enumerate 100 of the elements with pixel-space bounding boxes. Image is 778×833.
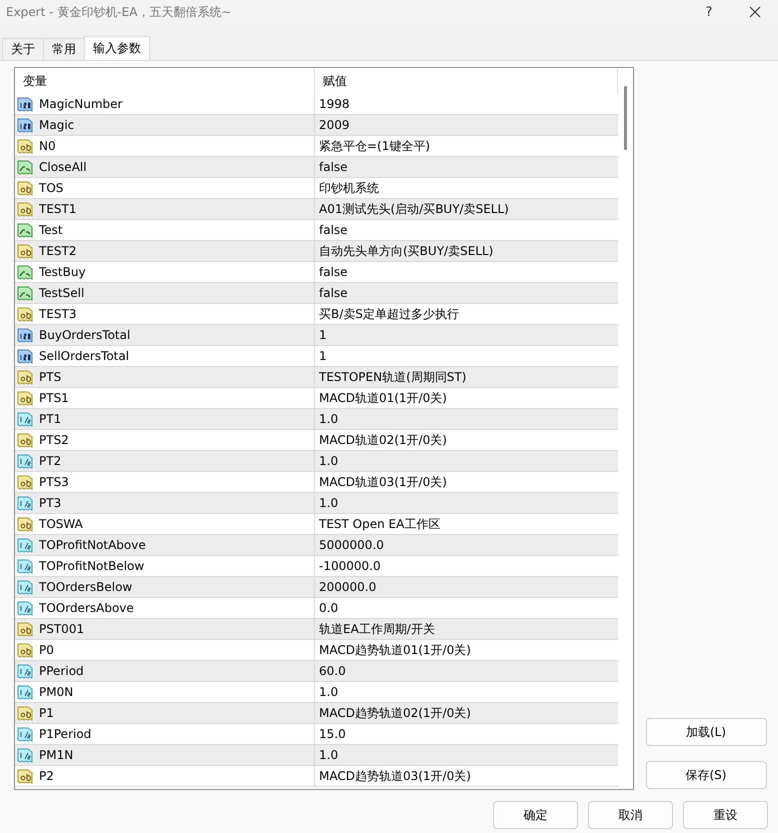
fraction-type-icon <box>17 453 33 469</box>
parameter-row[interactable]: PT3 1.0 <box>15 493 618 514</box>
parameter-value[interactable]: 1.0 <box>315 682 618 702</box>
scrollbar-thumb[interactable] <box>624 86 627 150</box>
text-type-icon <box>17 474 33 490</box>
text-type-icon <box>17 243 33 259</box>
parameter-value[interactable]: 1 <box>315 346 618 366</box>
text-type-icon <box>17 432 33 448</box>
parameter-value[interactable]: 1.0 <box>315 451 618 471</box>
parameter-row[interactable]: CloseAll false <box>15 157 618 178</box>
parameter-value[interactable]: 买B/卖S定单超过多少执行 <box>315 304 618 324</box>
close-icon <box>749 6 761 18</box>
parameter-value[interactable]: 印钞机系统 <box>315 178 618 198</box>
parameter-name: PT2 <box>39 454 62 468</box>
text-type-icon <box>17 642 33 658</box>
fraction-type-icon <box>17 558 33 574</box>
parameter-value[interactable]: 1998 <box>315 94 618 114</box>
parameter-value[interactable]: MACD轨道02(1开/0关) <box>315 430 618 450</box>
dialog-button[interactable]: 取消 <box>588 801 673 829</box>
parameter-value[interactable]: 轨道EA工作周期/开关 <box>315 619 618 639</box>
parameter-row[interactable]: TEST1 A01测试先头(启动/买BUY/卖SELL) <box>15 199 618 220</box>
parameter-value[interactable]: 200000.0 <box>315 577 618 597</box>
parameter-name: P1Period <box>39 727 92 741</box>
fraction-type-icon <box>17 726 33 742</box>
parameter-row[interactable]: TOS 印钞机系统 <box>15 178 618 199</box>
parameter-name: TOProfitNotAbove <box>39 538 146 552</box>
dialog-button[interactable]: 确定 <box>493 801 578 829</box>
tab[interactable]: 输入参数 <box>84 36 150 60</box>
parameter-value[interactable]: TESTOPEN轨道(周期同ST) <box>315 367 618 387</box>
help-button[interactable]: ? <box>686 0 732 24</box>
parameter-row[interactable]: N0 紧急平仓=(1键全平) <box>15 136 618 157</box>
parameter-value[interactable]: MACD趋势轨道03(1开/0关) <box>315 766 618 786</box>
parameter-value[interactable]: TEST Open EA工作区 <box>315 514 618 534</box>
parameter-name: TestSell <box>39 286 84 300</box>
parameter-row[interactable]: MagicNumber 1998 <box>15 94 618 115</box>
parameter-row[interactable]: PM0N 1.0 <box>15 682 618 703</box>
text-type-icon <box>17 369 33 385</box>
parameter-row[interactable]: PTS1 MACD轨道01(1开/0关) <box>15 388 618 409</box>
parameter-value[interactable]: 1.0 <box>315 745 618 765</box>
parameter-row[interactable]: BuyOrdersTotal 1 <box>15 325 618 346</box>
parameter-row[interactable]: PPeriod 60.0 <box>15 661 618 682</box>
parameter-row[interactable]: Magic 2009 <box>15 115 618 136</box>
parameter-value[interactable]: 60.0 <box>315 661 618 681</box>
parameter-value[interactable]: false <box>315 262 618 282</box>
parameter-row[interactable]: TOOrdersAbove 0.0 <box>15 598 618 619</box>
parameter-row[interactable]: PST001 轨道EA工作周期/开关 <box>15 619 618 640</box>
fraction-type-icon <box>17 495 33 511</box>
parameter-row[interactable]: TEST3 买B/卖S定单超过多少执行 <box>15 304 618 325</box>
parameter-row[interactable]: Test false <box>15 220 618 241</box>
toggle-type-icon <box>17 159 33 175</box>
parameter-row[interactable]: PT1 1.0 <box>15 409 618 430</box>
parameter-value[interactable]: 5000000.0 <box>315 535 618 555</box>
text-type-icon <box>17 621 33 637</box>
dialog-button[interactable]: 重设 <box>683 801 768 829</box>
parameter-row[interactable]: PTS2 MACD轨道02(1开/0关) <box>15 430 618 451</box>
window-title: Expert - 黄金印钞机-EA，五天翻倍系统~ <box>6 4 232 20</box>
parameter-row[interactable]: TOProfitNotAbove 5000000.0 <box>15 535 618 556</box>
parameter-row[interactable]: PT2 1.0 <box>15 451 618 472</box>
parameter-row[interactable]: P1Period 15.0 <box>15 724 618 745</box>
parameter-value[interactable]: A01测试先头(启动/买BUY/卖SELL) <box>315 199 618 219</box>
parameter-value[interactable]: -100000.0 <box>315 556 618 576</box>
parameter-name: PTS <box>39 370 62 384</box>
parameter-value[interactable]: false <box>315 283 618 303</box>
action-button[interactable]: 加载(L) <box>646 718 766 746</box>
parameter-value[interactable]: MACD趋势轨道02(1开/0关) <box>315 703 618 723</box>
action-button[interactable]: 保存(S) <box>646 761 766 789</box>
parameter-value[interactable]: 0.0 <box>315 598 618 618</box>
parameter-row[interactable]: TOProfitNotBelow -100000.0 <box>15 556 618 577</box>
parameter-name: P1 <box>39 706 54 720</box>
parameter-row[interactable]: TEST2 自动先头单方向(买BUY/卖SELL) <box>15 241 618 262</box>
parameter-row[interactable]: TestSell false <box>15 283 618 304</box>
parameter-row[interactable]: P1 MACD趋势轨道02(1开/0关) <box>15 703 618 724</box>
parameter-row[interactable]: PTS TESTOPEN轨道(周期同ST) <box>15 367 618 388</box>
parameter-value[interactable]: 1 <box>315 325 618 345</box>
parameter-value[interactable]: 1.0 <box>315 409 618 429</box>
parameter-row[interactable]: TOOrdersBelow 200000.0 <box>15 577 618 598</box>
parameter-value[interactable]: MACD轨道03(1开/0关) <box>315 472 618 492</box>
parameter-value[interactable]: 1.0 <box>315 493 618 513</box>
text-type-icon <box>17 390 33 406</box>
parameter-row[interactable]: PTS3 MACD轨道03(1开/0关) <box>15 472 618 493</box>
tab[interactable]: 关于 <box>2 38 44 60</box>
parameter-row[interactable]: P0 MACD趋势轨道01(1开/0关) <box>15 640 618 661</box>
text-type-icon <box>17 138 33 154</box>
parameter-name: Magic <box>39 118 74 132</box>
parameter-row[interactable]: PM1N 1.0 <box>15 745 618 766</box>
parameter-row[interactable]: SellOrdersTotal 1 <box>15 346 618 367</box>
parameter-row[interactable]: P2 MACD趋势轨道03(1开/0关) <box>15 766 618 787</box>
text-type-icon <box>17 516 33 532</box>
parameter-value[interactable]: 2009 <box>315 115 618 135</box>
parameter-value[interactable]: false <box>315 157 618 177</box>
parameter-value[interactable]: MACD趋势轨道01(1开/0关) <box>315 640 618 660</box>
parameter-row[interactable]: TestBuy false <box>15 262 618 283</box>
parameter-value[interactable]: 自动先头单方向(买BUY/卖SELL) <box>315 241 618 261</box>
parameter-value[interactable]: 15.0 <box>315 724 618 744</box>
parameter-value[interactable]: 紧急平仓=(1键全平) <box>315 136 618 156</box>
parameter-value[interactable]: false <box>315 220 618 240</box>
parameter-row[interactable]: TOSWA TEST Open EA工作区 <box>15 514 618 535</box>
toggle-type-icon <box>17 285 33 301</box>
parameter-name: N0 <box>39 139 56 153</box>
parameter-value[interactable]: MACD轨道01(1开/0关) <box>315 388 618 408</box>
